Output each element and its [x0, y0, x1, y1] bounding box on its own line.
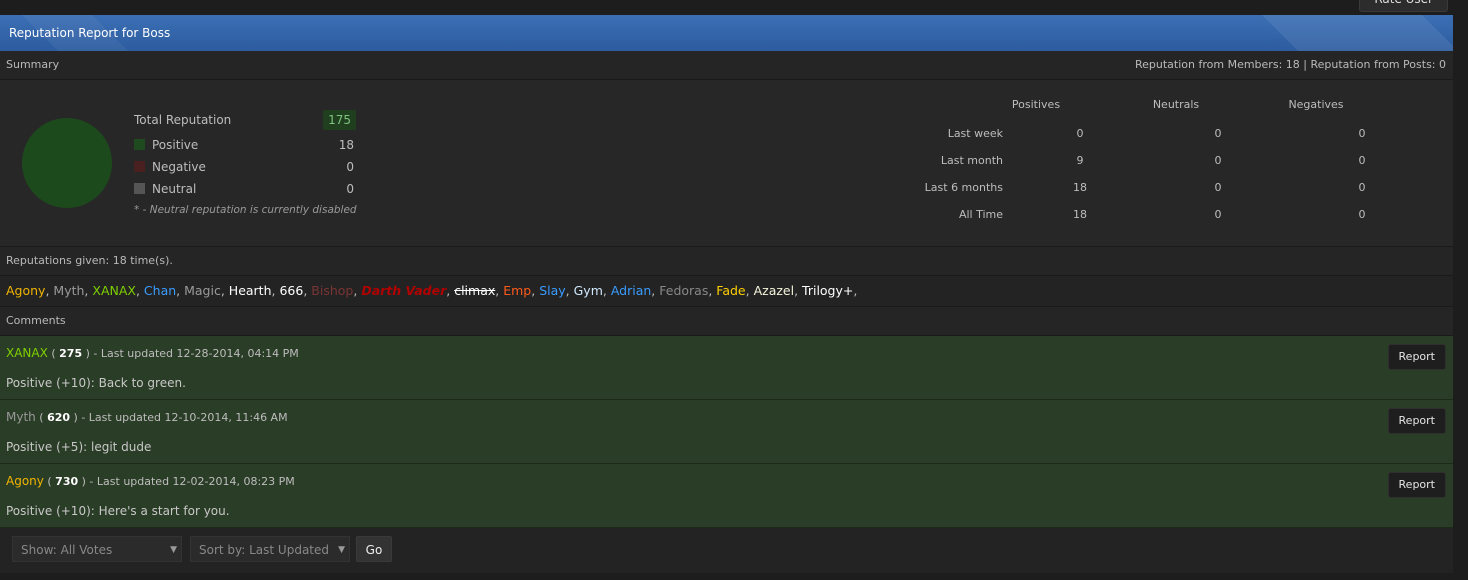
page-title: Reputation Report for Boss	[9, 26, 171, 40]
giver-link[interactable]: Fedoras	[659, 283, 708, 298]
summary-label: Summary	[6, 58, 60, 71]
go-button[interactable]: Go	[356, 536, 392, 562]
total-reputation-badge: 175	[323, 110, 356, 130]
comment-text: Positive (+10): Here's a start for you.	[6, 504, 230, 518]
comments-label: Comments	[6, 314, 66, 327]
legend-positive: Positive 18	[134, 134, 356, 156]
comment-controls: Show: All Votes ▼ Sort by: Last Updated …	[0, 528, 1453, 570]
stats-cell: 0	[1214, 154, 1222, 167]
giver-link[interactable]: Fade	[716, 283, 745, 298]
sort-by-select[interactable]: Sort by: Last Updated ▼	[190, 536, 350, 562]
giver-link[interactable]: Myth	[53, 283, 84, 298]
giver-link[interactable]: Agony	[6, 283, 45, 298]
report-button[interactable]: Report	[1387, 408, 1446, 434]
giver-link[interactable]: Magic	[184, 283, 221, 298]
positive-swatch	[134, 139, 145, 150]
chevron-down-icon: ▼	[338, 545, 345, 555]
stats-cell: 18	[1073, 181, 1087, 194]
giver-link[interactable]: XANAX	[92, 283, 136, 298]
stats-cell: 0	[1358, 181, 1366, 194]
comment-updated: Last updated 12-10-2014, 11:46 AM	[88, 411, 288, 424]
giver-link[interactable]: Hearth	[229, 283, 272, 298]
comments-bar: Comments	[0, 307, 1453, 336]
summary-bar: Summary Reputation from Members: 18 | Re…	[0, 51, 1453, 80]
comment-username[interactable]: XANAX	[6, 346, 48, 360]
legend-negative: Negative 0	[134, 156, 356, 178]
comment-item: Agony ( 730 ) - Last updated 12-02-2014,…	[0, 464, 1453, 528]
stats-row-label: Last 6 months	[924, 181, 1003, 194]
report-button[interactable]: Report	[1387, 472, 1446, 498]
comment-item: Myth ( 620 ) - Last updated 12-10-2014, …	[0, 400, 1453, 464]
stats-cell: 0	[1214, 127, 1222, 140]
stats-row-label: All Time	[958, 208, 1003, 221]
stats-cell: 0	[1358, 154, 1366, 167]
stats-cell: 18	[1073, 208, 1087, 221]
giver-link[interactable]: 666	[279, 283, 303, 298]
reputation-source-text: Reputation from Members: 18 | Reputation…	[1135, 58, 1446, 71]
stats-header-negatives: Negatives	[1288, 98, 1344, 111]
reputation-legend: Total Reputation 175 Positive 18 Negativ…	[134, 108, 356, 200]
giver-link[interactable]: Bishop	[311, 283, 353, 298]
reputation-panel: Reputation Report for Boss Summary Reput…	[0, 15, 1453, 573]
stats-cell: 0	[1076, 127, 1084, 140]
neutral-disabled-note: * - Neutral reputation is currently disa…	[134, 204, 357, 216]
giver-link[interactable]: Emp	[503, 283, 531, 298]
stats-header-neutrals: Neutrals	[1152, 98, 1200, 111]
giver-link[interactable]: Slay	[539, 283, 565, 298]
panel-header: Reputation Report for Boss	[0, 15, 1453, 51]
legend-neutral: Neutral 0	[134, 178, 356, 200]
giver-link[interactable]: Azazel	[754, 283, 795, 298]
comment-text: Positive (+5): legit dude	[6, 440, 152, 454]
reputation-givers-list: Agony, Myth, XANAX, Chan, Magic, Hearth,…	[0, 276, 1453, 307]
reputations-given-bar: Reputations given: 18 time(s).	[0, 247, 1453, 276]
giver-link[interactable]: Trilogy+	[802, 283, 853, 298]
comment-username[interactable]: Agony	[6, 474, 44, 488]
report-button[interactable]: Report	[1387, 344, 1446, 370]
giver-link[interactable]: Chan	[144, 283, 176, 298]
comment-meta: Agony ( 730 ) - Last updated 12-02-2014,…	[6, 474, 295, 488]
negative-swatch	[134, 161, 145, 172]
giver-link[interactable]: Gym	[574, 283, 603, 298]
comment-meta: Myth ( 620 ) - Last updated 12-10-2014, …	[6, 410, 288, 424]
comment-updated: Last updated 12-28-2014, 04:14 PM	[100, 347, 299, 360]
summary-section: Total Reputation 175 Positive 18 Negativ…	[0, 80, 1453, 247]
stats-cell: 0	[1214, 208, 1222, 221]
stats-cell: 0	[1358, 208, 1366, 221]
comment-user-rep: 620	[47, 411, 71, 424]
giver-link[interactable]: Adrian	[611, 283, 651, 298]
stats-header-positives: Positives	[1011, 98, 1061, 111]
total-reputation-row: Total Reputation 175	[134, 108, 356, 134]
giver-link[interactable]: Darth Vader	[361, 283, 446, 298]
reputation-pie-chart	[22, 118, 112, 208]
stats-cell: 9	[1076, 154, 1084, 167]
chevron-down-icon: ▼	[170, 545, 177, 555]
giver-link[interactable]: climax	[454, 283, 495, 298]
neutral-swatch	[134, 183, 145, 194]
comment-text: Positive (+10): Back to green.	[6, 376, 186, 390]
show-votes-select[interactable]: Show: All Votes ▼	[12, 536, 182, 562]
stats-cell: 0	[1358, 127, 1366, 140]
comment-item: XANAX ( 275 ) - Last updated 12-28-2014,…	[0, 336, 1453, 400]
reputations-given-label: Reputations given: 18 time(s).	[6, 254, 173, 267]
comment-meta: XANAX ( 275 ) - Last updated 12-28-2014,…	[6, 346, 299, 360]
stats-cell: 0	[1214, 181, 1222, 194]
comment-updated: Last updated 12-02-2014, 08:23 PM	[96, 475, 295, 488]
rate-user-button[interactable]: Rate User	[1359, 0, 1448, 12]
comment-user-rep: 275	[59, 347, 83, 360]
stats-row-label: Last week	[947, 127, 1003, 140]
comment-user-rep: 730	[55, 475, 79, 488]
stats-row-label: Last month	[940, 154, 1003, 167]
comment-username[interactable]: Myth	[6, 410, 36, 424]
